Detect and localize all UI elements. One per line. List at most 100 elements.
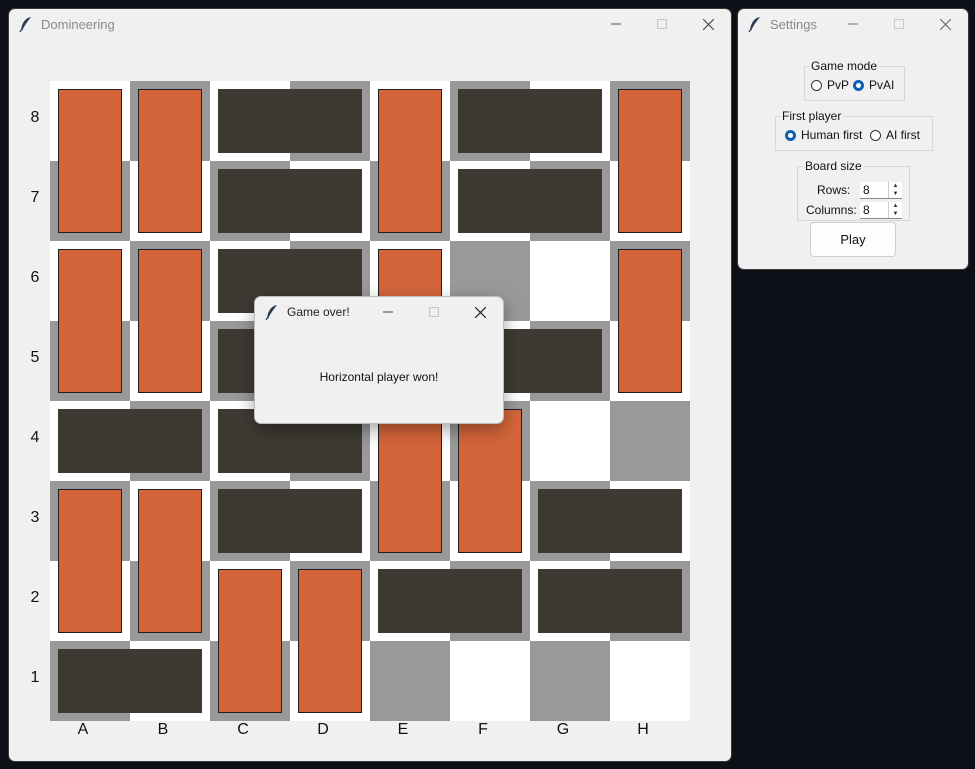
window-title: Settings <box>770 16 817 32</box>
column-label: C <box>237 721 249 738</box>
settings-window: Settings Game mode PvP PvAI First player <box>737 8 969 270</box>
row-label: 2 <box>30 589 40 606</box>
game-over-message: Horizontal player won! <box>319 370 439 384</box>
maximize-button[interactable] <box>876 9 922 39</box>
close-button[interactable] <box>685 9 731 39</box>
minimize-button[interactable] <box>593 9 639 39</box>
row-label: 7 <box>30 189 40 206</box>
columns-label: Columns: <box>806 203 857 217</box>
pvai-label: PvAI <box>869 78 895 92</box>
pvai-radio[interactable]: PvAI <box>853 78 894 92</box>
board-square[interactable] <box>450 641 530 721</box>
row-label: 5 <box>30 349 40 366</box>
spin-down-icon[interactable]: ▼ <box>889 190 902 198</box>
horizontal-domino <box>538 489 682 553</box>
horizontal-domino <box>538 569 682 633</box>
minimize-icon <box>848 23 858 25</box>
board-size-legend: Board size <box>803 159 864 173</box>
feather-icon <box>19 17 31 32</box>
vertical-domino <box>138 249 202 393</box>
vertical-domino <box>378 89 442 233</box>
row-label: 6 <box>30 269 40 286</box>
radio-indicator <box>853 79 864 91</box>
minimize-icon <box>383 311 393 313</box>
maximize-icon <box>429 307 439 317</box>
dialog-title: Game over! <box>287 305 350 319</box>
pvp-label: PvP <box>827 78 850 92</box>
human-first-radio[interactable]: Human first <box>785 128 862 142</box>
horizontal-domino <box>58 649 202 713</box>
horizontal-domino <box>458 89 602 153</box>
radio-indicator <box>785 129 796 141</box>
board-square[interactable] <box>530 641 610 721</box>
horizontal-domino <box>378 569 522 633</box>
radio-indicator <box>811 79 822 91</box>
vertical-domino <box>58 249 122 393</box>
spin-up-icon[interactable]: ▲ <box>889 202 902 210</box>
close-button[interactable] <box>457 297 503 327</box>
row-label: 3 <box>30 509 40 526</box>
close-icon <box>702 18 714 30</box>
horizontal-domino <box>218 489 362 553</box>
vertical-domino <box>378 409 442 553</box>
vertical-domino <box>298 569 362 713</box>
maximize-button[interactable] <box>411 297 457 327</box>
game-mode-group: Game mode PvP PvAI <box>804 59 905 101</box>
feather-icon <box>265 305 277 320</box>
game-mode-legend: Game mode <box>809 59 880 73</box>
human-first-label: Human first <box>801 128 863 142</box>
radio-indicator <box>870 129 881 141</box>
board-square[interactable] <box>530 401 610 481</box>
column-label: F <box>478 721 488 738</box>
row-label: 1 <box>30 669 40 686</box>
column-label: E <box>397 721 409 738</box>
maximize-icon <box>657 19 667 29</box>
main-titlebar[interactable]: Domineering <box>9 9 731 39</box>
ai-first-label: AI first <box>886 128 921 142</box>
horizontal-domino <box>458 169 602 233</box>
rows-label: Rows: <box>817 183 851 197</box>
close-icon <box>939 18 951 30</box>
board-square[interactable] <box>610 401 690 481</box>
feather-icon <box>748 17 760 32</box>
vertical-domino <box>58 89 122 233</box>
maximize-icon <box>894 19 904 29</box>
vertical-domino <box>58 489 122 633</box>
column-label: A <box>77 721 89 738</box>
horizontal-domino <box>218 169 362 233</box>
row-label: 8 <box>30 109 40 126</box>
ai-first-radio[interactable]: AI first <box>870 128 920 142</box>
spin-down-icon[interactable]: ▼ <box>889 210 902 218</box>
column-label: H <box>637 721 649 738</box>
columns-spin-buttons[interactable]: ▲ ▼ <box>888 202 902 218</box>
column-label: D <box>317 721 329 738</box>
rows-spinbox[interactable]: 8 ▲ ▼ <box>860 182 902 199</box>
vertical-domino <box>138 489 202 633</box>
spin-up-icon[interactable]: ▲ <box>889 182 902 190</box>
minimize-button[interactable] <box>365 297 411 327</box>
dialog-titlebar[interactable]: Game over! <box>255 297 503 327</box>
board-square[interactable] <box>530 241 610 321</box>
row-label: 4 <box>30 429 40 446</box>
columns-value: 8 <box>863 203 870 217</box>
columns-spinbox[interactable]: 8 ▲ ▼ <box>860 202 902 219</box>
maximize-button[interactable] <box>639 9 685 39</box>
horizontal-domino <box>218 89 362 153</box>
close-button[interactable] <box>922 9 968 39</box>
play-button[interactable]: Play <box>810 222 896 257</box>
vertical-domino <box>138 89 202 233</box>
rows-spin-buttons[interactable]: ▲ ▼ <box>888 182 902 198</box>
minimize-button[interactable] <box>830 9 876 39</box>
board-square[interactable] <box>610 641 690 721</box>
pvp-radio[interactable]: PvP <box>811 78 849 92</box>
game-over-dialog: Game over! Horizontal player won! <box>254 296 504 424</box>
first-player-legend: First player <box>780 109 844 123</box>
vertical-domino <box>458 409 522 553</box>
settings-titlebar[interactable]: Settings <box>738 9 968 39</box>
close-icon <box>474 306 486 318</box>
board-size-group: Board size Rows: 8 ▲ ▼ Columns: 8 ▲ ▼ <box>797 159 910 221</box>
board-square[interactable] <box>370 641 450 721</box>
window-title: Domineering <box>41 16 115 32</box>
column-label: G <box>556 721 570 738</box>
vertical-domino <box>618 89 682 233</box>
